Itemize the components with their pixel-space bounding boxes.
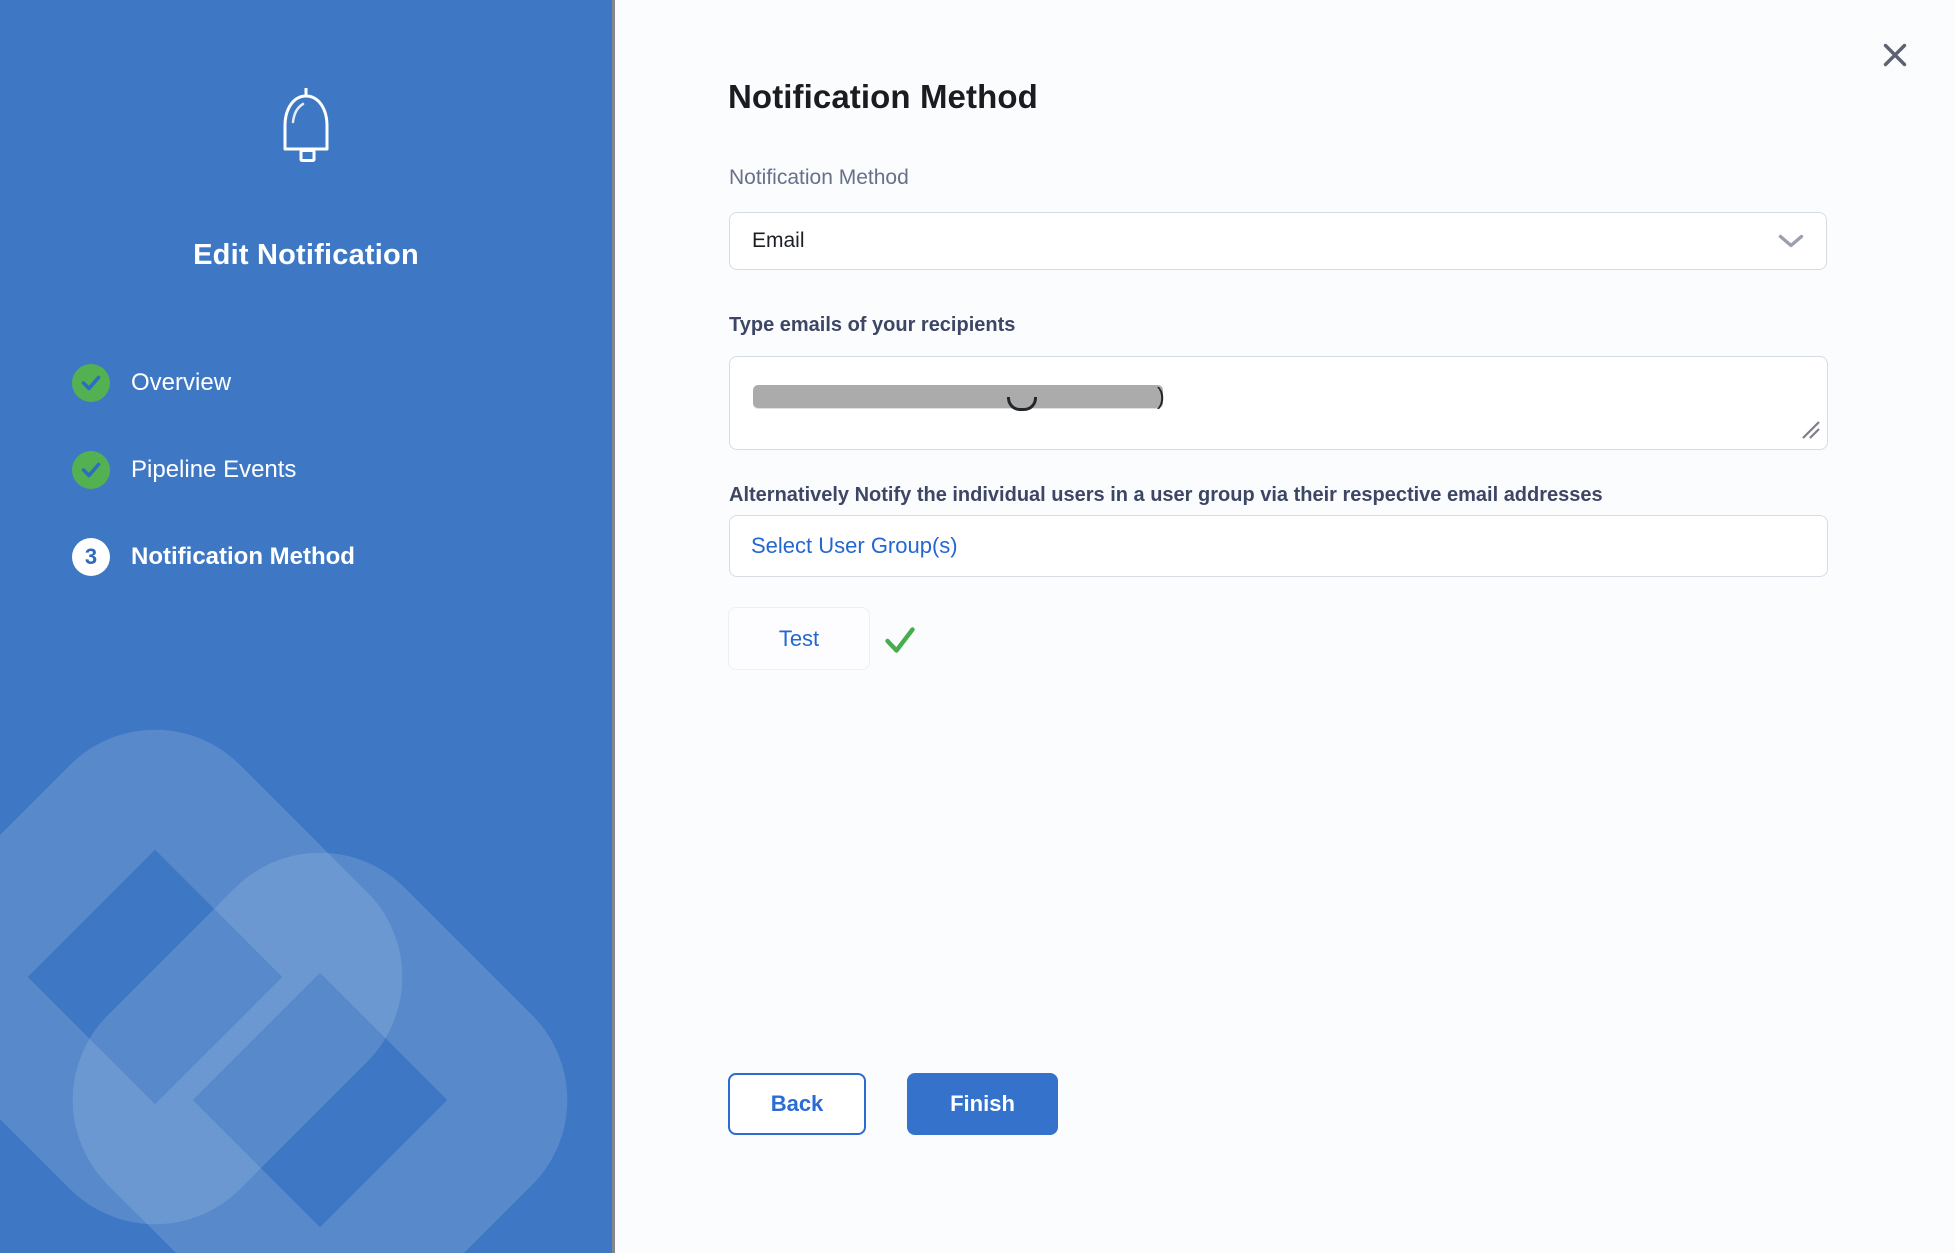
wizard-steps: Overview Pipeline Events 3 Notification … [72,364,355,576]
recipients-textarea[interactable]: ) [729,356,1828,450]
back-button[interactable]: Back [728,1073,866,1135]
method-label: Notification Method [729,166,909,190]
redaction-bar [753,385,1163,408]
redacted-email-value: ) [753,385,1165,408]
step-overview[interactable]: Overview [72,364,355,402]
test-button[interactable]: Test [728,607,870,670]
panel-divider [612,0,615,1253]
notification-method-panel: Notification Method Notification Method … [615,0,1955,1253]
select-user-groups-label: Select User Group(s) [751,533,958,559]
step-notification-method[interactable]: 3 Notification Method [72,538,355,576]
finish-button[interactable]: Finish [907,1073,1058,1135]
step-pipeline-events[interactable]: Pipeline Events [72,451,355,489]
test-success-check-icon [884,626,916,655]
step-label: Overview [131,369,231,397]
close-button[interactable] [1878,38,1912,72]
chevron-down-icon [1778,234,1804,249]
recipients-label: Type emails of your recipients [729,314,1015,337]
page-title: Notification Method [728,78,1038,116]
step-complete-check-icon [72,451,110,489]
bell-icon [0,86,612,174]
close-icon [1882,42,1908,68]
wizard-sidebar: Edit Notification Overview Pipeline Even… [0,0,612,1253]
redacted-email-suffix: ) [1157,385,1165,408]
user-group-label: Alternatively Notify the individual user… [729,484,1603,507]
resize-handle[interactable] [1799,420,1823,445]
step-number-badge: 3 [72,538,110,576]
step-label: Notification Method [131,543,355,571]
step-complete-check-icon [72,364,110,402]
wizard-title: Edit Notification [0,239,612,272]
at-symbol-fragment [1007,397,1037,411]
notification-method-select[interactable]: Email [729,212,1827,270]
step-label: Pipeline Events [131,456,296,484]
select-user-groups-button[interactable]: Select User Group(s) [729,515,1828,577]
selected-method-value: Email [752,229,1778,253]
